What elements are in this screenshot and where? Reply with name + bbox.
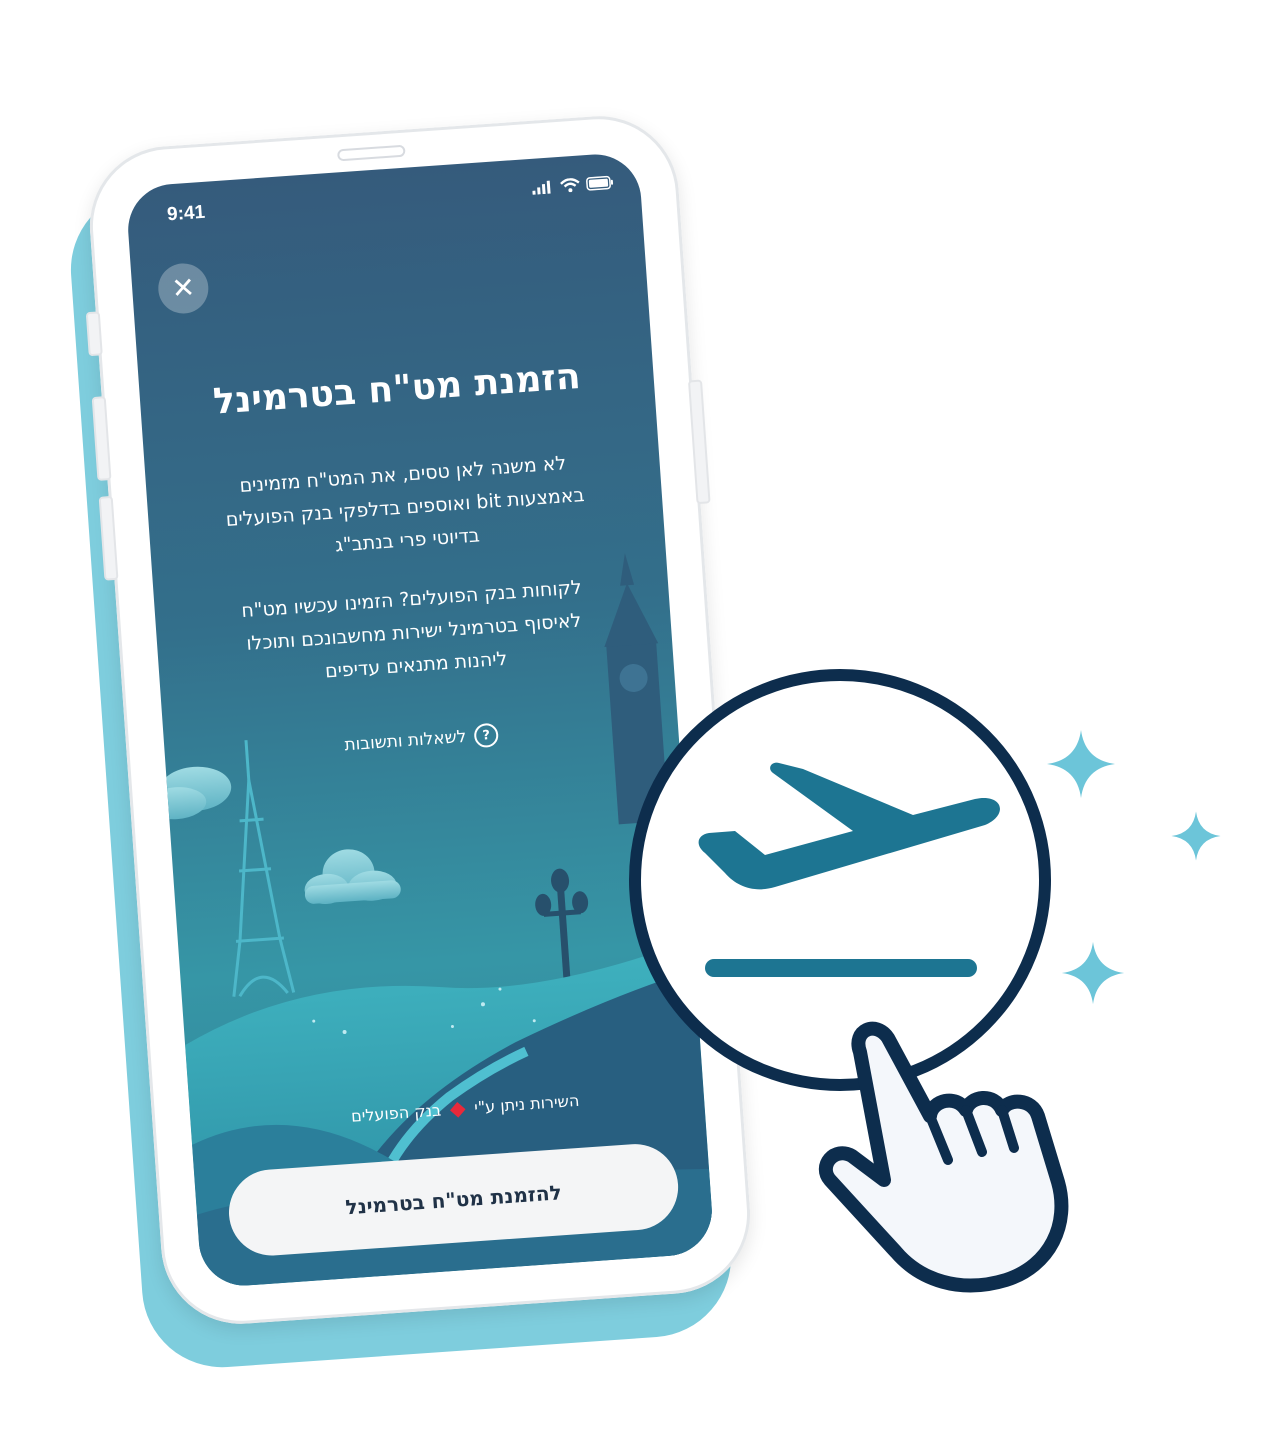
status-time: 9:41 — [166, 201, 206, 226]
volume-up-button — [85, 311, 103, 357]
close-icon: ✕ — [170, 270, 197, 306]
cloud-middle — [304, 849, 401, 904]
signal-icon — [532, 180, 551, 195]
phone-speaker — [336, 144, 406, 162]
runway-line — [705, 959, 977, 977]
service-provided-by-text: השירות ניתן ע"י — [473, 1090, 580, 1118]
battery-icon — [586, 175, 614, 191]
sparkle-icon — [1047, 730, 1115, 798]
wifi-icon — [560, 178, 580, 193]
power-button — [687, 379, 711, 505]
cloud-left — [146, 766, 232, 820]
promo-stage: 9:41 ✕ הזמנת מט"ח בטרמינל לא משנה לאן טס… — [0, 0, 1280, 1446]
bank-name: בנק הפועלים — [350, 1100, 442, 1126]
pointing-hand-icon — [818, 1021, 1069, 1293]
eiffel-tower — [232, 740, 296, 998]
bank-logo-icon — [449, 1102, 466, 1118]
sparkle-icon — [1061, 941, 1125, 1005]
question-icon: ? — [473, 722, 500, 749]
sparkle-icon — [1171, 811, 1221, 861]
